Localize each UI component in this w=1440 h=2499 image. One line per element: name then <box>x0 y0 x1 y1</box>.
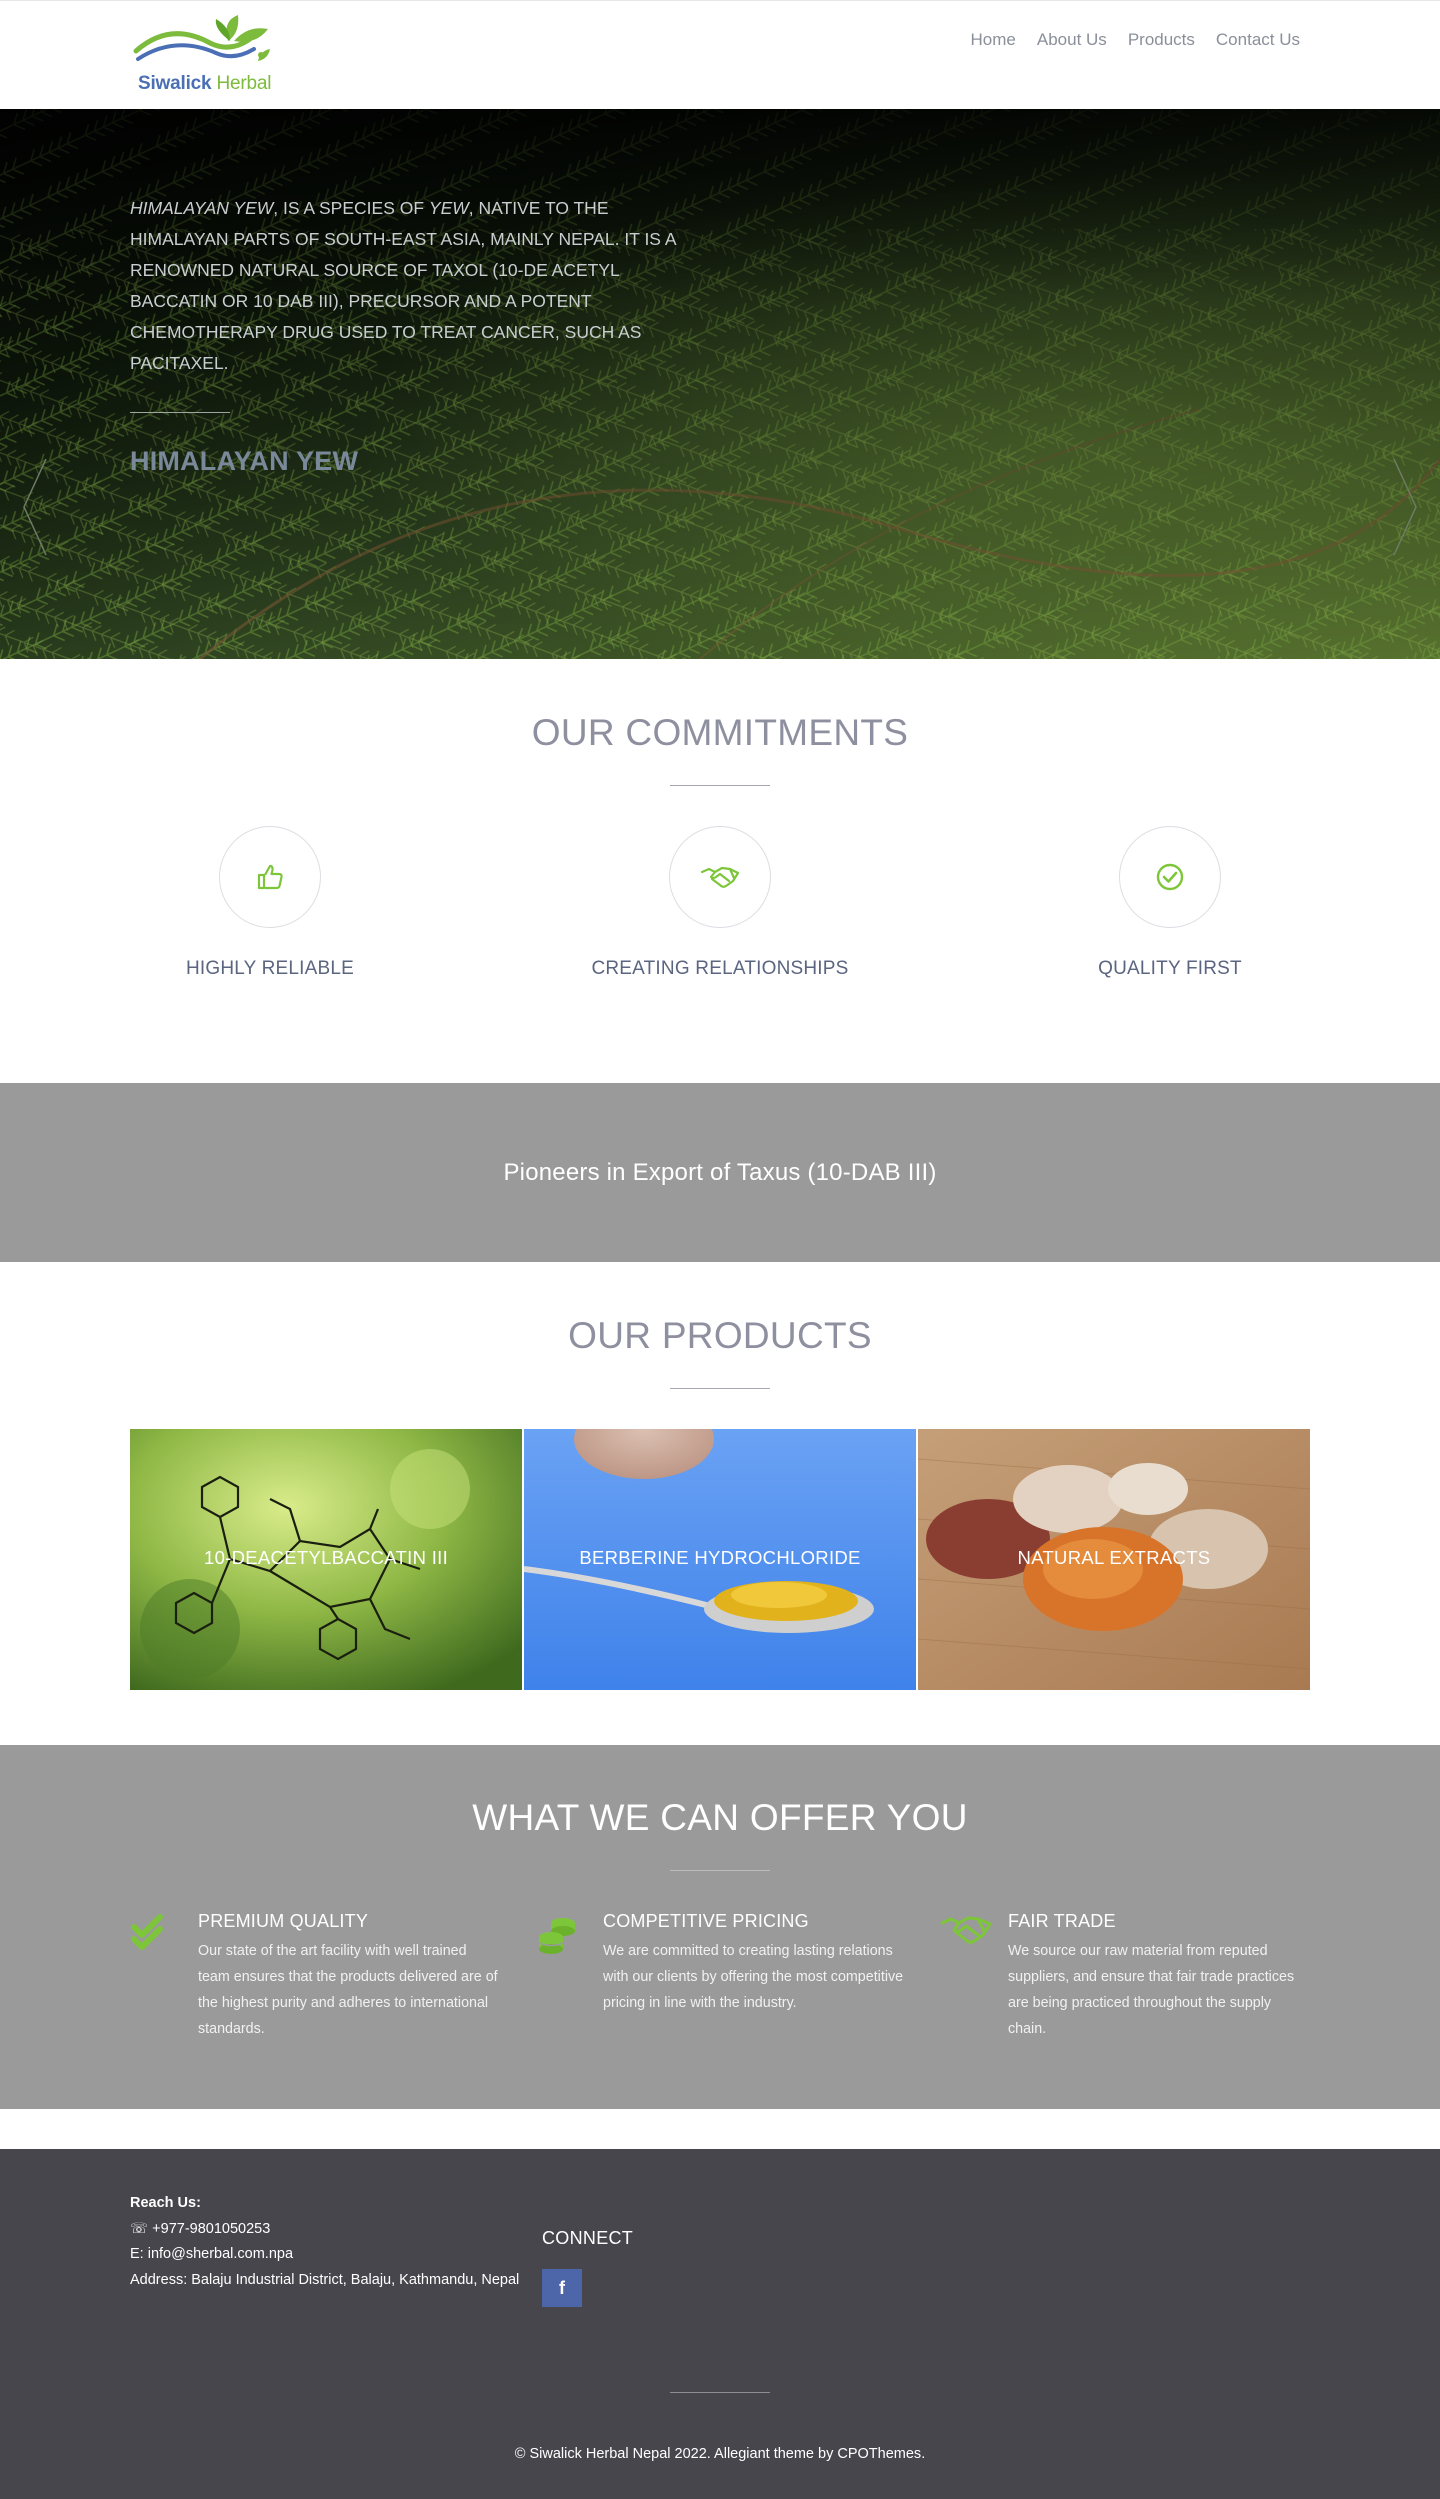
commitment-label: QUALITY FIRST <box>1098 958 1242 979</box>
commitment-item: QUALITY FIRST <box>1001 826 1339 980</box>
product-label: NATURAL EXTRACTS <box>1017 1547 1211 1568</box>
commitment-item: HIGHLY RELIABLE <box>101 826 439 980</box>
products-grid: 10-DEACETYLBACCATIN III BERBERINE HYDROC… <box>130 1429 1310 1690</box>
product-card[interactable]: NATURAL EXTRACTS <box>918 1429 1310 1690</box>
reach-us-title: Reach Us: <box>130 2195 201 2211</box>
hero-divider <box>130 412 230 413</box>
offer-item-desc: Our state of the art facility with well … <box>198 1943 498 2037</box>
commitment-label: CREATING RELATIONSHIPS <box>591 958 849 979</box>
footer-divider <box>670 2392 770 2393</box>
facebook-icon[interactable]: f <box>542 2269 582 2307</box>
slider-next-arrow-icon[interactable] <box>1390 457 1420 557</box>
site-header: Siwalick Herbal Home About Us Products C… <box>0 0 1440 109</box>
thumbs-up-icon <box>219 826 321 928</box>
tagline-text: Pioneers in Export of Taxus (10-DAB III) <box>503 1158 937 1186</box>
hero-text-1: , IS A SPECIES OF <box>273 198 429 218</box>
handshake-icon <box>940 1911 996 2042</box>
spacer <box>0 2109 1440 2149</box>
handshake-icon <box>669 826 771 928</box>
logo-mark-icon <box>133 15 270 61</box>
double-check-icon <box>130 1911 186 2042</box>
hero-em-2: YEW <box>428 198 469 218</box>
site-logo[interactable]: Siwalick Herbal <box>130 11 280 101</box>
offer-item: PREMIUM QUALITY Our state of the art fac… <box>130 1911 500 2042</box>
commitments-divider <box>670 785 770 786</box>
connect-block: CONNECT f <box>542 2149 633 2307</box>
offer-item-title: PREMIUM QUALITY <box>198 1911 369 1931</box>
copyright-text: © Siwalick Herbal Nepal 2022. Allegiant … <box>514 2446 838 2462</box>
offer-item: COMPETITIVE PRICING We are committed to … <box>535 1911 905 2042</box>
hero-title: HIMALAYAN YEW <box>130 446 359 476</box>
offer-item-desc: We are committed to creating lasting rel… <box>603 1943 904 2011</box>
logo-text: Siwalick Herbal <box>138 73 271 95</box>
product-label: BERBERINE HYDROCHLORIDE <box>579 1547 861 1568</box>
tagline-banner: Pioneers in Export of Taxus (10-DAB III) <box>0 1083 1440 1262</box>
copyright-end: . <box>921 2446 926 2462</box>
offer-title: WHAT WE CAN OFFER YOU <box>472 1797 968 1838</box>
cpothemes-link[interactable]: CPOThemes <box>837 2446 921 2462</box>
hero-description: HIMALAYAN YEW, IS A SPECIES OF YEW, NATI… <box>130 193 710 379</box>
coins-icon <box>535 1911 591 2042</box>
logo-word-2: Herbal <box>216 73 272 94</box>
offer-section: WHAT WE CAN OFFER YOU PREMIUM QUALITY Ou… <box>0 1745 1440 2109</box>
nav-home[interactable]: Home <box>971 30 1016 50</box>
offer-item-title: COMPETITIVE PRICING <box>603 1911 809 1931</box>
commitment-item: CREATING RELATIONSHIPS <box>551 826 889 980</box>
site-footer: Reach Us: ☏ +977-9801050253 E: info@sher… <box>0 2149 1440 2499</box>
commitments-title: OUR COMMITMENTS <box>531 712 909 753</box>
commitment-label: HIGHLY RELIABLE <box>185 958 355 979</box>
connect-title: CONNECT <box>542 2228 634 2248</box>
products-divider <box>670 1388 770 1389</box>
hero-em-1: HIMALAYAN YEW <box>130 198 274 218</box>
commitments-section: OUR COMMITMENTS HIGHLY RELIABLE CREATING… <box>0 659 1440 1083</box>
hero-slider: HIMALAYAN YEW, IS A SPECIES OF YEW, NATI… <box>0 109 1440 659</box>
offer-item: FAIR TRADE We source our raw material fr… <box>940 1911 1310 2042</box>
phone-number: ☏ +977-9801050253 <box>130 2220 271 2237</box>
nav-products[interactable]: Products <box>1128 30 1195 50</box>
product-card[interactable]: 10-DEACETYLBACCATIN III <box>130 1429 522 1690</box>
nav-about-us[interactable]: About Us <box>1037 30 1107 50</box>
postal-address: Address: Balaju Industrial District, Bal… <box>130 2271 520 2288</box>
hero-caption: HIMALAYAN YEW, IS A SPECIES OF YEW, NATI… <box>130 193 710 477</box>
main-nav: Home About Us Products Contact Us <box>971 30 1300 50</box>
products-title: OUR PRODUCTS <box>568 1315 872 1356</box>
products-section: OUR PRODUCTS 10-DEACETYLBACCATIN III BER… <box>0 1262 1440 1745</box>
reach-us-block: Reach Us: ☏ +977-9801050253 E: info@sher… <box>130 2149 542 2307</box>
commitments-list: HIGHLY RELIABLE CREATING RELATIONSHIPS Q… <box>101 826 1339 980</box>
offer-item-desc: We source our raw material from reputed … <box>1008 1943 1295 2037</box>
logo-word-1: Siwalick <box>138 73 212 94</box>
slider-prev-arrow-icon[interactable] <box>20 457 50 557</box>
offer-item-title: FAIR TRADE <box>1008 1911 1116 1931</box>
copyright: © Siwalick Herbal Nepal 2022. Allegiant … <box>0 2446 1440 2462</box>
product-card[interactable]: BERBERINE HYDROCHLORIDE <box>524 1429 916 1690</box>
email-address: E: info@sherbal.com.npa <box>130 2246 294 2262</box>
check-circle-icon <box>1119 826 1221 928</box>
nav-contact-us[interactable]: Contact Us <box>1216 30 1300 50</box>
offer-divider <box>670 1870 770 1871</box>
product-label: 10-DEACETYLBACCATIN III <box>203 1547 449 1568</box>
hero-text-2: , NATIVE TO THE HIMALAYAN PARTS OF SOUTH… <box>130 198 676 373</box>
offer-list: PREMIUM QUALITY Our state of the art fac… <box>130 1911 1310 2042</box>
